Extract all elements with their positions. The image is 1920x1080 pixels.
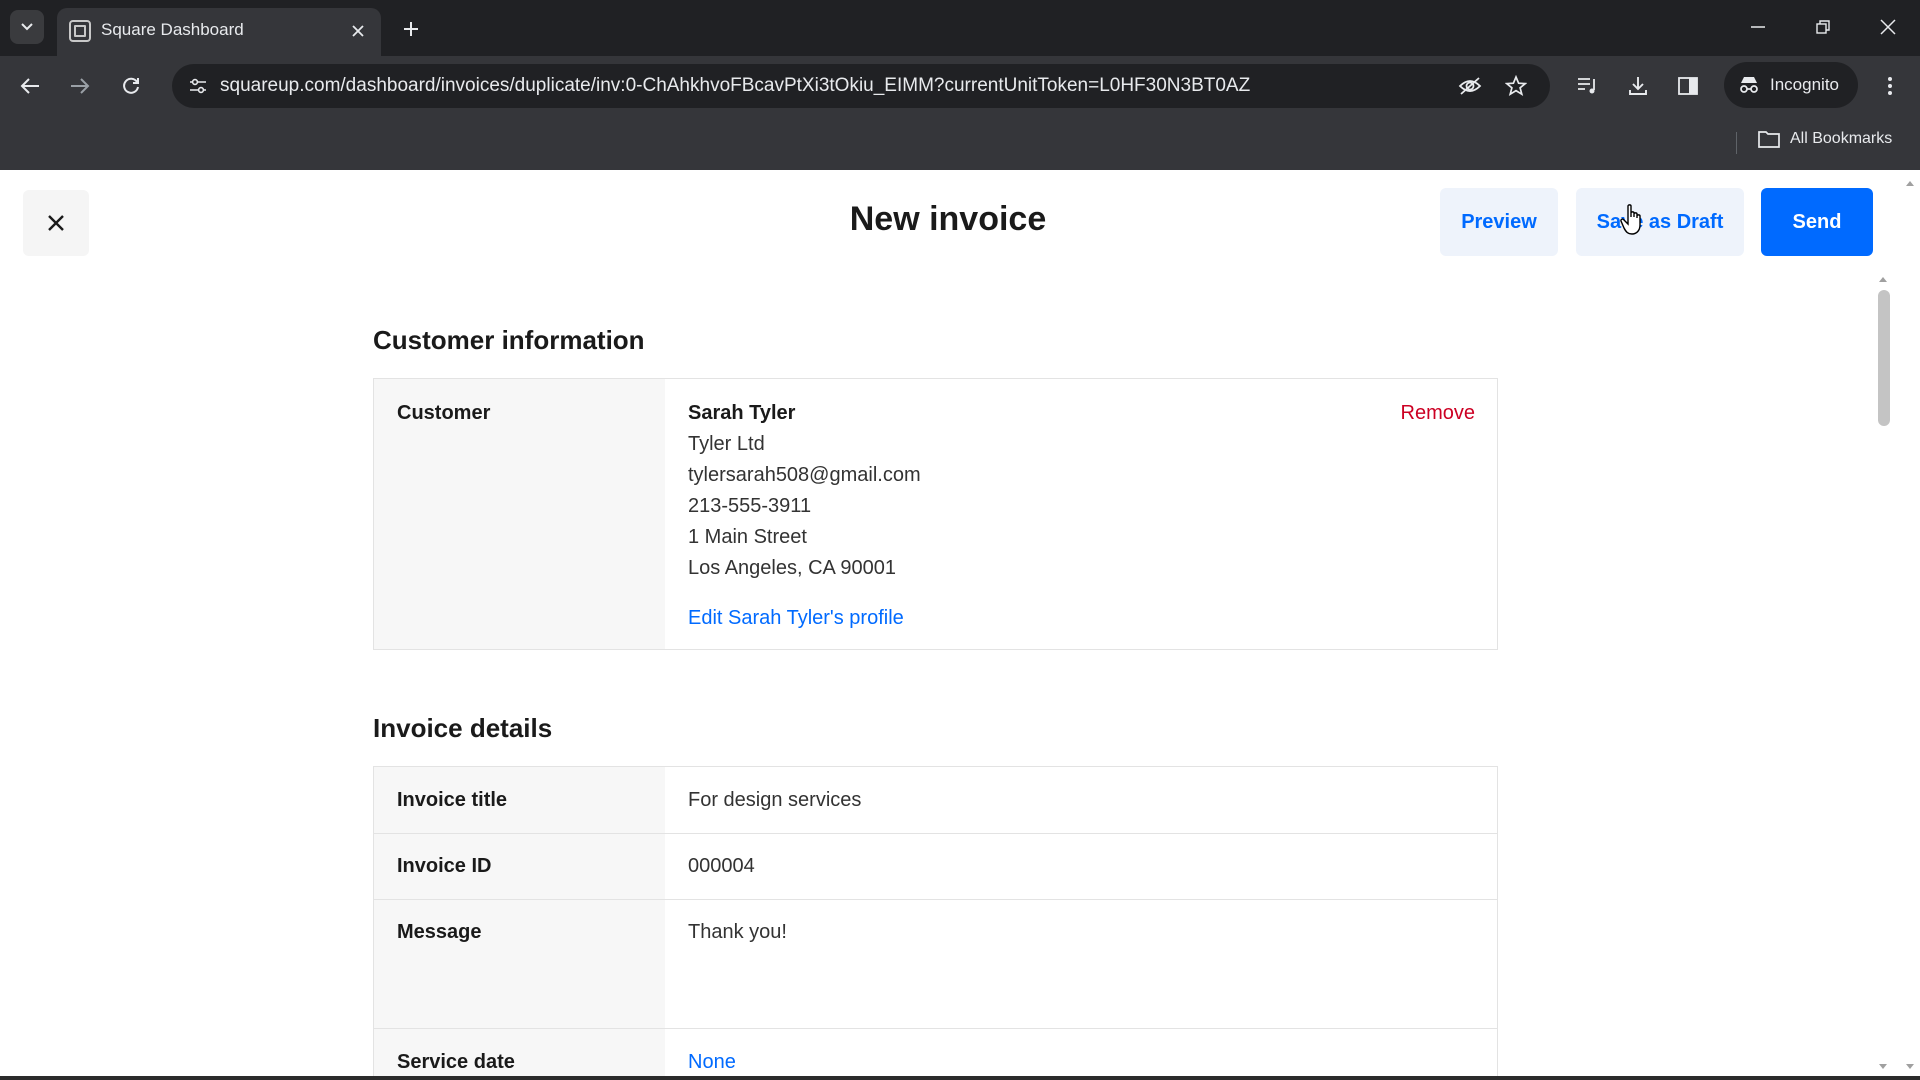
new-tab-button[interactable] xyxy=(394,12,428,46)
minimize-icon xyxy=(1751,26,1765,28)
invoice-title-row[interactable]: Invoice title For design services xyxy=(374,767,1497,833)
scroll-up-icon xyxy=(1879,277,1887,282)
browser-toolbar: squareup.com/dashboard/invoices/duplicat… xyxy=(0,56,1920,116)
media-control-button[interactable] xyxy=(1570,68,1606,104)
bookmark-star-button[interactable] xyxy=(1500,70,1532,102)
side-panel-icon xyxy=(1678,77,1698,95)
arrow-right-icon xyxy=(71,78,90,94)
page-scrollbar[interactable] xyxy=(1900,170,1920,1080)
hand-cursor-icon xyxy=(1620,204,1641,235)
more-vert-icon xyxy=(1888,77,1892,95)
queue-music-icon xyxy=(1578,78,1595,94)
site-info-button[interactable] xyxy=(182,70,214,102)
address-bar[interactable]: squareup.com/dashboard/invoices/duplicat… xyxy=(172,64,1550,108)
browser-tab[interactable]: Square Dashboard xyxy=(57,8,381,56)
tab-close-button[interactable] xyxy=(345,18,371,44)
all-bookmarks-button[interactable]: All Bookmarks xyxy=(1758,130,1892,148)
invoice-details-title: Invoice details xyxy=(373,713,553,743)
reload-button[interactable] xyxy=(113,68,149,104)
tune-icon xyxy=(190,78,206,94)
customer-city: Los Angeles, CA 90001 xyxy=(688,557,896,579)
side-panel-button[interactable] xyxy=(1670,68,1706,104)
bookmarks-bar: All Bookmarks xyxy=(0,116,1920,170)
browser-tab-bar: Square Dashboard xyxy=(0,0,1920,56)
incognito-indicator[interactable]: Incognito xyxy=(1724,62,1858,108)
save-as-draft-button[interactable]: Save as Draft xyxy=(1576,188,1744,256)
invoice-title-value[interactable]: For design services xyxy=(688,789,861,812)
restore-button[interactable] xyxy=(1803,10,1843,44)
service-date-row[interactable]: Service date None xyxy=(374,1028,1497,1080)
all-bookmarks-label: All Bookmarks xyxy=(1790,130,1893,147)
square-favicon-icon xyxy=(69,20,91,42)
window-close-button[interactable] xyxy=(1868,10,1908,44)
taskbar-edge xyxy=(0,1076,1920,1080)
invoice-id-row[interactable]: Invoice ID 000004 xyxy=(374,833,1497,899)
remove-customer-link[interactable]: Remove xyxy=(1401,402,1475,425)
content-scrollbar[interactable] xyxy=(1874,276,1892,1070)
invoice-id-value[interactable]: 000004 xyxy=(688,855,755,878)
incognito-icon xyxy=(1740,77,1758,93)
customer-section-title: Customer information xyxy=(373,325,645,355)
arrow-left-icon xyxy=(20,78,39,94)
plus-icon xyxy=(404,22,418,36)
star-icon xyxy=(1505,75,1527,97)
incognito-label: Incognito xyxy=(1770,75,1839,94)
browser-menu-button[interactable] xyxy=(1872,68,1908,104)
download-icon xyxy=(1629,77,1647,95)
folder-icon xyxy=(1758,131,1780,148)
message-label: Message xyxy=(397,921,482,943)
customer-card: Customer Sarah Tyler Tyler Ltd tylersara… xyxy=(373,378,1498,650)
invoice-title-label: Invoice title xyxy=(397,789,508,811)
close-icon xyxy=(1880,19,1896,35)
service-date-label: Service date xyxy=(397,1051,515,1073)
scroll-up-icon xyxy=(1906,181,1914,186)
minimize-button[interactable] xyxy=(1738,10,1778,44)
invoice-details-card: Invoice title For design services Invoic… xyxy=(373,766,1498,1080)
send-button[interactable]: Send xyxy=(1761,188,1873,256)
close-icon xyxy=(352,25,364,37)
downloads-button[interactable] xyxy=(1620,68,1656,104)
preview-button[interactable]: Preview xyxy=(1440,188,1558,256)
service-date-link[interactable]: None xyxy=(688,1051,736,1074)
invoice-id-label: Invoice ID xyxy=(397,855,492,877)
message-row[interactable]: Message Thank you! xyxy=(374,899,1497,1028)
scroll-down-icon xyxy=(1906,1064,1914,1069)
customer-street: 1 Main Street xyxy=(688,526,807,548)
reload-icon xyxy=(123,77,139,94)
customer-label: Customer xyxy=(397,402,491,424)
back-button[interactable] xyxy=(12,68,48,104)
bookmarks-divider xyxy=(1736,132,1737,154)
forward-button[interactable] xyxy=(62,68,98,104)
eye-off-icon xyxy=(1458,77,1482,95)
tab-title: Square Dashboard xyxy=(101,20,244,39)
message-value[interactable]: Thank you! xyxy=(688,921,787,944)
restore-icon xyxy=(1816,20,1830,34)
scrollbar-thumb[interactable] xyxy=(1878,290,1890,426)
invoice-page: New invoice Preview Save as Draft Send C… xyxy=(0,170,1920,1080)
row-label-background xyxy=(374,900,665,1028)
customer-email: tylersarah508@gmail.com xyxy=(688,464,921,486)
url-text[interactable]: squareup.com/dashboard/invoices/duplicat… xyxy=(220,75,1250,97)
chevron-down-icon xyxy=(21,23,33,31)
tracking-protection-button[interactable] xyxy=(1454,70,1486,102)
edit-profile-link[interactable]: Edit Sarah Tyler's profile xyxy=(688,607,904,630)
customer-phone: 213-555-3911 xyxy=(688,495,812,517)
customer-name: Sarah Tyler xyxy=(688,402,796,424)
customer-company: Tyler Ltd xyxy=(688,433,765,455)
scroll-down-icon xyxy=(1879,1064,1887,1069)
tab-search-button[interactable] xyxy=(10,10,44,44)
